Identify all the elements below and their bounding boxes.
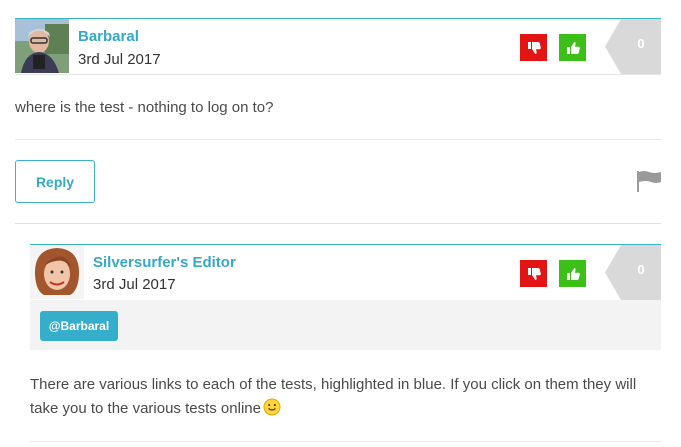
downvote-button[interactable]	[520, 34, 547, 61]
upvote-button[interactable]	[559, 34, 586, 61]
smiley-icon	[263, 398, 281, 416]
thumbs-down-icon	[527, 267, 541, 280]
downvote-button[interactable]	[520, 260, 547, 287]
avatar[interactable]	[30, 245, 84, 299]
comment-date: 3rd Jul 2017	[93, 276, 176, 293]
avatar[interactable]	[15, 19, 69, 73]
vote-score: 0	[605, 19, 661, 74]
comment-text: There are various links to each of the t…	[30, 376, 637, 417]
flag-icon	[637, 171, 661, 192]
thumbs-down-icon	[527, 41, 541, 54]
comment-author[interactable]: Barbaral	[78, 28, 139, 45]
comment-author[interactable]: Silversurfer's Editor	[93, 254, 236, 271]
vote-score-value: 0	[637, 262, 645, 277]
comment-text-2: There are various links to each of the t…	[30, 373, 655, 421]
vote-score-value: 0	[637, 36, 645, 51]
thumbs-up-icon	[566, 41, 580, 54]
mention-tag[interactable]: @Barbaral	[40, 311, 118, 341]
divider	[15, 139, 661, 140]
upvote-button[interactable]	[559, 260, 586, 287]
vote-score: 0	[605, 245, 661, 300]
thread-divider	[15, 223, 661, 224]
thumbs-up-icon	[566, 267, 580, 280]
comment-header-1: Barbaral 3rd Jul 2017 0	[15, 18, 661, 75]
reply-button[interactable]: Reply	[15, 160, 95, 203]
mention-bar: @Barbaral	[30, 300, 661, 350]
comment-text: where is the test - nothing to log on to…	[15, 99, 274, 116]
flag-button[interactable]	[636, 170, 662, 197]
comment-date: 3rd Jul 2017	[78, 51, 161, 68]
divider	[30, 441, 661, 442]
comment-header-2: Silversurfer's Editor 3rd Jul 2017 0	[30, 244, 661, 300]
